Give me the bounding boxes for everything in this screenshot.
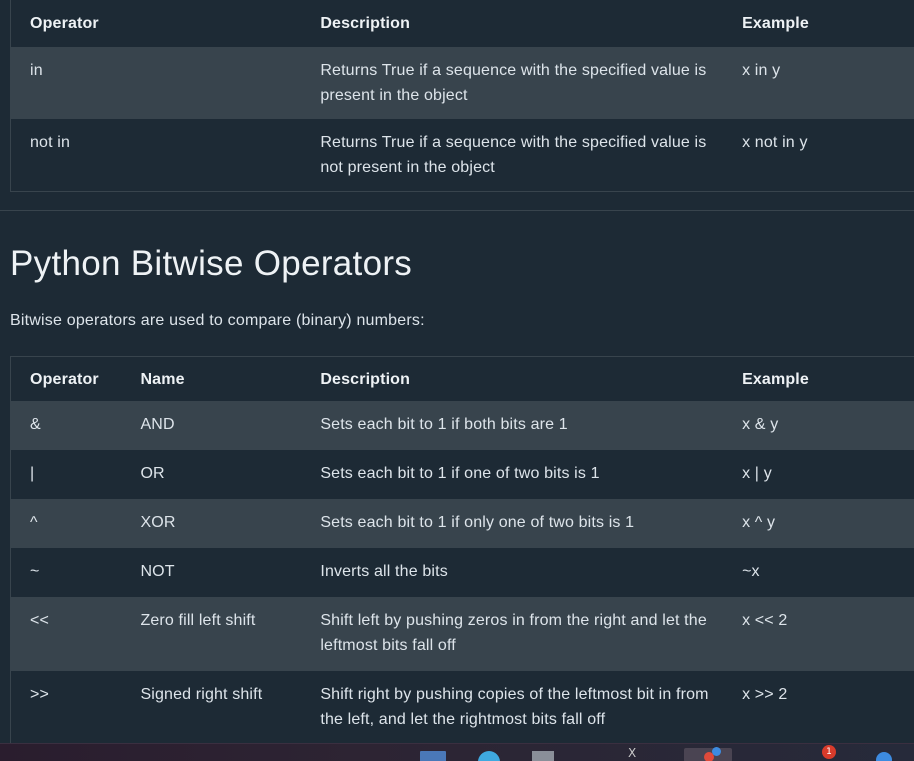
description-cell: Returns True if a sequence with the spec… <box>320 119 743 192</box>
page-title: Python Bitwise Operators <box>10 244 413 283</box>
notification-badge[interactable]: 1 <box>822 745 836 759</box>
description-cell: Sets each bit to 1 if both bits are 1 <box>320 401 743 450</box>
operator-cell: ^ <box>10 499 141 548</box>
browser-icon[interactable] <box>478 751 500 761</box>
example-cell: x & y <box>742 401 914 450</box>
operator-cell: in <box>10 47 321 119</box>
example-cell: x ^ y <box>742 499 914 548</box>
table-header-row: Operator Description Example <box>10 0 914 47</box>
bitwise-operators-table: Operator Name Description Example & AND … <box>10 356 914 745</box>
description-cell: Shift right by pushing copies of the lef… <box>320 671 743 745</box>
name-cell: Zero fill left shift <box>140 597 321 671</box>
tray-icon[interactable] <box>876 752 892 761</box>
operator-cell: & <box>10 401 141 450</box>
example-cell: x >> 2 <box>742 671 914 745</box>
table-row: << Zero fill left shift Shift left by pu… <box>10 597 914 671</box>
table-row: >> Signed right shift Shift right by pus… <box>10 671 914 745</box>
table-row: | OR Sets each bit to 1 if one of two bi… <box>10 450 914 499</box>
intro-text: Bitwise operators are used to compare (b… <box>10 312 425 329</box>
header-description: Description <box>320 356 743 401</box>
description-cell: Inverts all the bits <box>320 548 743 597</box>
description-cell: Shift left by pushing zeros in from the … <box>320 597 743 671</box>
header-example: Example <box>742 356 914 401</box>
name-cell: OR <box>140 450 321 499</box>
example-cell: ~x <box>742 548 914 597</box>
app-badge-icon <box>712 747 721 756</box>
section-divider <box>0 210 914 211</box>
operator-cell: >> <box>10 671 141 745</box>
search-icon[interactable] <box>420 751 446 761</box>
example-cell: x | y <box>742 450 914 499</box>
example-cell: x << 2 <box>742 597 914 671</box>
header-operator: Operator <box>10 0 321 47</box>
header-operator: Operator <box>10 356 141 401</box>
taskbar: X 1 <box>0 743 914 761</box>
operator-cell: not in <box>10 119 321 192</box>
name-cell: Signed right shift <box>140 671 321 745</box>
operator-cell: ~ <box>10 548 141 597</box>
table-header-row: Operator Name Description Example <box>10 356 914 401</box>
table-row: ~ NOT Inverts all the bits ~x <box>10 548 914 597</box>
operator-cell: << <box>10 597 141 671</box>
header-description: Description <box>320 0 743 47</box>
name-cell: AND <box>140 401 321 450</box>
page: Operator Description Example in Returns … <box>0 0 914 761</box>
table-row: ^ XOR Sets each bit to 1 if only one of … <box>10 499 914 548</box>
name-cell: XOR <box>140 499 321 548</box>
close-icon[interactable]: X <box>628 746 642 760</box>
operator-cell: | <box>10 450 141 499</box>
example-cell: x in y <box>742 47 914 119</box>
example-cell: x not in y <box>742 119 914 192</box>
name-cell: NOT <box>140 548 321 597</box>
table-row: not in Returns True if a sequence with t… <box>10 119 914 192</box>
description-cell: Sets each bit to 1 if only one of two bi… <box>320 499 743 548</box>
file-explorer-icon[interactable] <box>532 751 554 761</box>
header-example: Example <box>742 0 914 47</box>
table-row: in Returns True if a sequence with the s… <box>10 47 914 119</box>
header-name: Name <box>140 356 321 401</box>
membership-operators-table: Operator Description Example in Returns … <box>10 0 914 192</box>
table-row: & AND Sets each bit to 1 if both bits ar… <box>10 401 914 450</box>
description-cell: Returns True if a sequence with the spec… <box>320 47 743 119</box>
description-cell: Sets each bit to 1 if one of two bits is… <box>320 450 743 499</box>
